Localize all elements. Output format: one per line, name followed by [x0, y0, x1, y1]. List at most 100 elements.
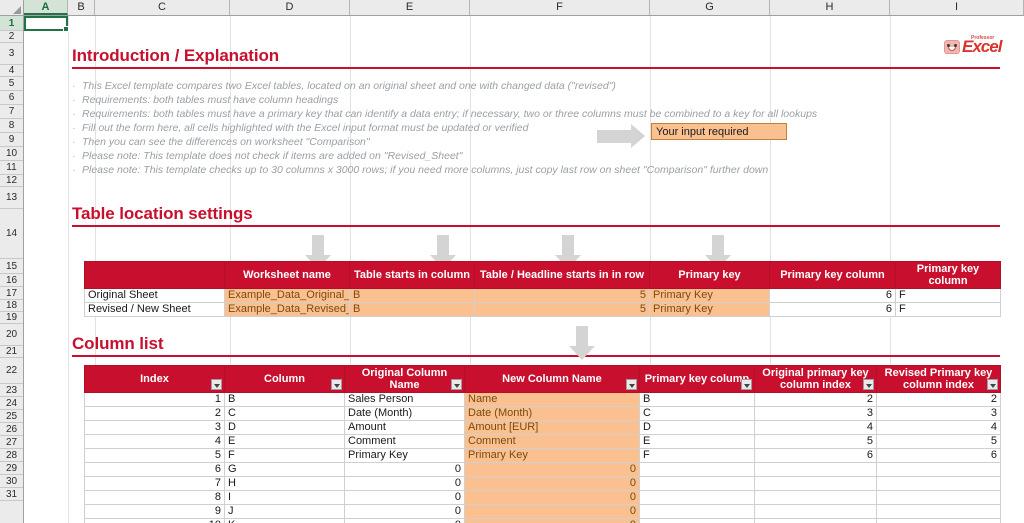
filter-dropdown-icon[interactable]	[211, 379, 222, 390]
row-header-14[interactable]: 14	[0, 209, 23, 259]
row-header-5[interactable]: 5	[0, 77, 23, 91]
row-header-11[interactable]: 11	[0, 161, 23, 175]
intro-bullet-text: Then you can see the differences on work…	[82, 136, 370, 148]
column-header-d[interactable]: D	[230, 0, 350, 15]
row-header-30[interactable]: 30	[0, 475, 23, 488]
row-index: 9	[84, 504, 225, 519]
bullet-dot-icon: ·	[72, 108, 76, 120]
column-header-e[interactable]: E	[350, 0, 470, 15]
row-header-4[interactable]: 4	[0, 65, 23, 77]
primary-key-column-letter: F	[895, 288, 1001, 303]
page-title-introduction: Introduction / Explanation	[72, 46, 280, 65]
intro-bullet-text: This Excel template compares two Excel t…	[82, 80, 616, 92]
filter-dropdown-icon[interactable]	[331, 379, 342, 390]
table-location-rule	[72, 225, 1000, 227]
row-header-2[interactable]: 2	[0, 31, 23, 43]
worksheet-name-input[interactable]: Example_Data_Revised_	[224, 302, 350, 317]
original-primary-key-index	[754, 462, 877, 477]
row-header-18[interactable]: 18	[0, 300, 23, 312]
row-header-25[interactable]: 25	[0, 410, 23, 423]
new-column-name-input[interactable]: Primary Key	[464, 448, 640, 463]
new-column-name-input[interactable]: Name	[464, 392, 640, 407]
worksheet-name-input[interactable]: Example_Data_Original_S	[224, 288, 350, 303]
bullet-dot-icon: ·	[72, 150, 76, 162]
row-header-15[interactable]: 15	[0, 259, 23, 274]
select-all-corner[interactable]	[0, 0, 24, 16]
new-column-name-input[interactable]: Amount [EUR]	[464, 420, 640, 435]
primary-key-column-letter: F	[895, 302, 1001, 317]
table-location-header-6: Primary key column	[895, 261, 1001, 289]
filter-dropdown-icon[interactable]	[451, 379, 462, 390]
bullet-dot-icon: ·	[72, 80, 76, 92]
new-column-name-input[interactable]: 0	[464, 476, 640, 491]
original-column-name: 0	[344, 476, 465, 491]
new-column-name-input[interactable]: 0	[464, 462, 640, 477]
row-header-24[interactable]: 24	[0, 397, 23, 410]
intro-bullet-4: · Fill out the form here, all cells highl…	[72, 122, 528, 134]
row-header-1[interactable]: 1	[0, 16, 23, 31]
row-header-20[interactable]: 20	[0, 324, 23, 346]
original-primary-key-index: 4	[754, 420, 877, 435]
intro-bullet-3: · Requirements: both tables must have a p…	[72, 108, 817, 120]
row-header-26[interactable]: 26	[0, 423, 23, 436]
row-header-19[interactable]: 19	[0, 312, 23, 324]
new-column-name-input[interactable]: 0	[464, 518, 640, 523]
primary-key-input[interactable]: Primary Key	[649, 288, 770, 303]
table-row: 1 B Sales Person Name B 2 2	[84, 392, 1001, 407]
row-header-13[interactable]: 13	[0, 187, 23, 209]
table-location-header-5: Primary key column	[769, 261, 896, 289]
original-column-name: 0	[344, 518, 465, 523]
primary-key-input[interactable]: Primary Key	[649, 302, 770, 317]
row-header-6[interactable]: 6	[0, 91, 23, 105]
original-column-name: Comment	[344, 434, 465, 449]
column-header-f[interactable]: F	[470, 0, 650, 15]
row-index: 7	[84, 476, 225, 491]
row-header-21[interactable]: 21	[0, 346, 23, 358]
column-header-i[interactable]: I	[890, 0, 1024, 15]
original-column-name: Primary Key	[344, 448, 465, 463]
new-column-name-input[interactable]: 0	[464, 504, 640, 519]
row-header-12[interactable]: 12	[0, 175, 23, 187]
row-header-28[interactable]: 28	[0, 449, 23, 462]
original-column-name: Amount	[344, 420, 465, 435]
column-header-c[interactable]: C	[95, 0, 230, 15]
primary-key-column: E	[639, 434, 755, 449]
filter-dropdown-icon[interactable]	[987, 379, 998, 390]
table-location-header-1: Worksheet name	[224, 261, 350, 289]
start-row-input[interactable]: 5	[474, 288, 650, 303]
column-header-g[interactable]: G	[650, 0, 770, 15]
new-column-name-input[interactable]: Date (Month)	[464, 406, 640, 421]
row-header-29[interactable]: 29	[0, 462, 23, 475]
filter-dropdown-icon[interactable]	[863, 379, 874, 390]
new-column-name-input[interactable]: 0	[464, 490, 640, 505]
introduction-rule	[72, 67, 1000, 69]
column-header-b[interactable]: B	[68, 0, 95, 15]
row-header-9[interactable]: 9	[0, 133, 23, 147]
primary-key-column	[639, 518, 755, 523]
row-header-27[interactable]: 27	[0, 436, 23, 449]
filter-dropdown-icon[interactable]	[626, 379, 637, 390]
column-list-header-row: Index Column Original Column Name New Colum…	[84, 365, 1001, 393]
row-header-16[interactable]: 16	[0, 274, 23, 287]
start-column-input[interactable]: B	[349, 302, 475, 317]
column-header-a[interactable]: A	[24, 0, 68, 15]
start-row-input[interactable]: 5	[474, 302, 650, 317]
spreadsheet-grid: ABCDEFGHI 1 2 3 4 5 6 7 8 9 10 11 12 13 14 15 16 17 18 19 2…	[0, 0, 1024, 523]
start-column-input[interactable]: B	[349, 288, 475, 303]
row-header-23[interactable]: 23	[0, 384, 23, 397]
new-column-name-input[interactable]: Comment	[464, 434, 640, 449]
row-header-22[interactable]: 22	[0, 358, 23, 384]
intro-bullet-text: Please note: This template does not chec…	[82, 150, 463, 162]
row-header-7[interactable]: 7	[0, 105, 23, 119]
row-header-8[interactable]: 8	[0, 119, 23, 133]
table-location-header-0	[84, 261, 225, 289]
selected-cell-a1[interactable]	[24, 16, 69, 32]
column-header-h[interactable]: H	[770, 0, 890, 15]
row-header-3[interactable]: 3	[0, 43, 23, 65]
row-header-10[interactable]: 10	[0, 147, 23, 161]
revised-primary-key-index	[876, 504, 1001, 519]
column-letter: F	[224, 448, 345, 463]
row-header-31[interactable]: 31	[0, 488, 23, 501]
filter-dropdown-icon[interactable]	[741, 379, 752, 390]
row-header-17[interactable]: 17	[0, 287, 23, 300]
